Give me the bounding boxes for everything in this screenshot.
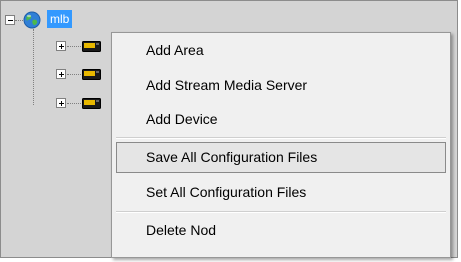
- menu-separator: [116, 211, 446, 213]
- device-icon[interactable]: [82, 98, 101, 109]
- expand-child-3-icon[interactable]: [56, 98, 66, 108]
- menu-item-delete-nod[interactable]: Delete Nod: [116, 215, 446, 246]
- menu-item-add-device[interactable]: Add Device: [116, 104, 446, 135]
- context-menu: Add Area Add Stream Media Server Add Dev…: [111, 32, 451, 258]
- expand-child-2-icon[interactable]: [56, 69, 66, 79]
- menu-item-add-area[interactable]: Add Area: [116, 35, 446, 66]
- menu-item-save-all-configuration-files[interactable]: Save All Configuration Files: [116, 142, 446, 173]
- tree-connector: [67, 74, 81, 75]
- menu-item-set-all-configuration-files[interactable]: Set All Configuration Files: [116, 177, 446, 208]
- menu-separator: [116, 137, 446, 139]
- collapse-root-icon[interactable]: [5, 15, 15, 25]
- device-icon[interactable]: [82, 69, 101, 80]
- menu-item-add-stream-media-server[interactable]: Add Stream Media Server: [116, 70, 446, 101]
- tree-connector: [67, 46, 81, 47]
- tree-connector: [67, 103, 81, 104]
- expand-child-1-icon[interactable]: [56, 41, 66, 51]
- tree-root-label[interactable]: mlb: [47, 10, 73, 28]
- tree-connector: [33, 29, 34, 105]
- device-icon[interactable]: [82, 41, 101, 52]
- tree-connector: [15, 20, 23, 21]
- globe-icon: [23, 11, 41, 29]
